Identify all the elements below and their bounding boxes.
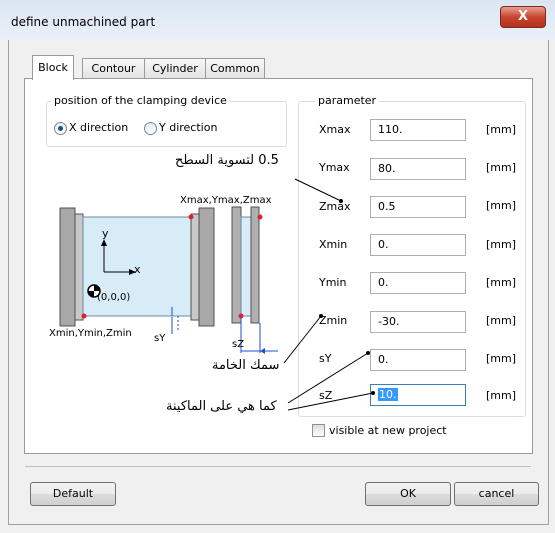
zmin-pointer-dot [319,314,323,318]
zmax-pointer-dot [339,199,343,203]
diagram-sy-label: sY [154,333,166,344]
zmax-annotation: 0.5 لتسوية السطح [175,153,279,168]
sy-pointer [287,352,369,404]
sz-pointer-dot [371,391,375,395]
zmin-pointer [283,315,322,364]
sz-annotation: كما هي على الماكينة [166,399,277,414]
side-clamp [231,206,242,324]
diagram-max-label: Xmax,Ymax,Zmax [180,195,272,206]
zmax-pointer [294,178,342,202]
sy-pointer-dot [366,351,370,355]
dialog-window: define unmachined part X Block Contour C… [0,0,555,533]
right-clamp-inner [190,213,200,321]
max-corner-marker [188,214,194,220]
diagram-x-axis-label: x [134,263,141,276]
side-max-marker [257,214,263,220]
right-clamp-outer [198,207,215,327]
block-diagram [59,178,375,411]
zmin-annotation: سمك الخامة [212,358,280,373]
left-clamp-inner [74,213,84,321]
side-clamp-right [250,206,260,324]
diagram-origin-label: (0,0,0) [97,292,131,303]
diagram-sz-label: sZ [232,339,245,350]
diagram-min-label: Xmin,Ymin,Zmin [49,328,132,339]
min-corner-marker [81,313,87,319]
workpiece-side-view [240,216,252,317]
diagram-y-axis-label: y [102,227,109,240]
left-clamp-outer [59,207,76,327]
sz-arrow [260,348,265,354]
